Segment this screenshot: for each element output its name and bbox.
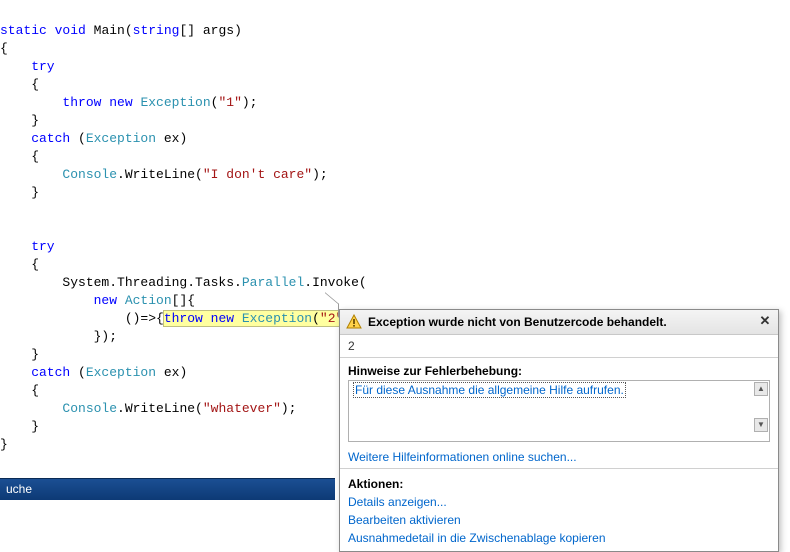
code-line: new Action[]{	[0, 293, 195, 308]
code-line: {	[0, 383, 39, 398]
exception-message: 2	[340, 335, 778, 358]
exception-highlight: throw new Exception("2");	[163, 310, 360, 327]
action-copy-link[interactable]: Ausnahmedetail in die Zwischenablage kop…	[340, 529, 778, 551]
action-edit-link[interactable]: Bearbeiten aktivieren	[340, 511, 778, 529]
warning-icon	[346, 314, 362, 330]
popup-header: Exception wurde nicht von Benutzercode b…	[340, 310, 778, 335]
actions-header: Aktionen:	[340, 471, 778, 493]
status-bar: uche	[0, 478, 335, 500]
code-line: try	[0, 239, 55, 254]
general-help-link[interactable]: Für diese Ausnahme die allgemeine Hilfe …	[353, 382, 626, 398]
code-line: }	[0, 419, 39, 434]
divider	[340, 468, 778, 469]
code-line: });	[0, 329, 117, 344]
code-line: throw new Exception("1");	[0, 95, 257, 110]
status-text: uche	[6, 482, 32, 496]
close-button[interactable]: ✕	[758, 315, 772, 329]
code-line: }	[0, 185, 39, 200]
popup-title: Exception wurde nicht von Benutzercode b…	[368, 315, 752, 329]
code-line: ()=>{throw new Exception("2");},	[0, 311, 375, 326]
code-line: try	[0, 59, 55, 74]
scroll-down-button[interactable]: ▼	[754, 418, 768, 432]
code-line: {	[0, 257, 39, 272]
code-line: {	[0, 41, 8, 56]
code-line: catch (Exception ex)	[0, 131, 187, 146]
hints-header: Hinweise zur Fehlerbehebung:	[340, 358, 778, 380]
code-line: {	[0, 149, 39, 164]
exception-popup: Exception wurde nicht von Benutzercode b…	[339, 309, 779, 552]
code-line: System.Threading.Tasks.Parallel.Invoke(	[0, 275, 367, 290]
code-line: static void Main(string[] args)	[0, 23, 242, 38]
scroll-up-button[interactable]: ▲	[754, 382, 768, 396]
more-info-link[interactable]: Weitere Hilfeinformationen online suchen…	[340, 448, 778, 466]
action-details-link[interactable]: Details anzeigen...	[340, 493, 778, 511]
code-line: {	[0, 77, 39, 92]
code-line: }	[0, 347, 39, 362]
hints-box: Für diese Ausnahme die allgemeine Hilfe …	[348, 380, 770, 442]
code-line: Console.WriteLine("whatever");	[0, 401, 296, 416]
code-line: }	[0, 437, 8, 452]
code-line: }	[0, 113, 39, 128]
code-line: catch (Exception ex)	[0, 365, 187, 380]
code-line: Console.WriteLine("I don't care");	[0, 167, 328, 182]
